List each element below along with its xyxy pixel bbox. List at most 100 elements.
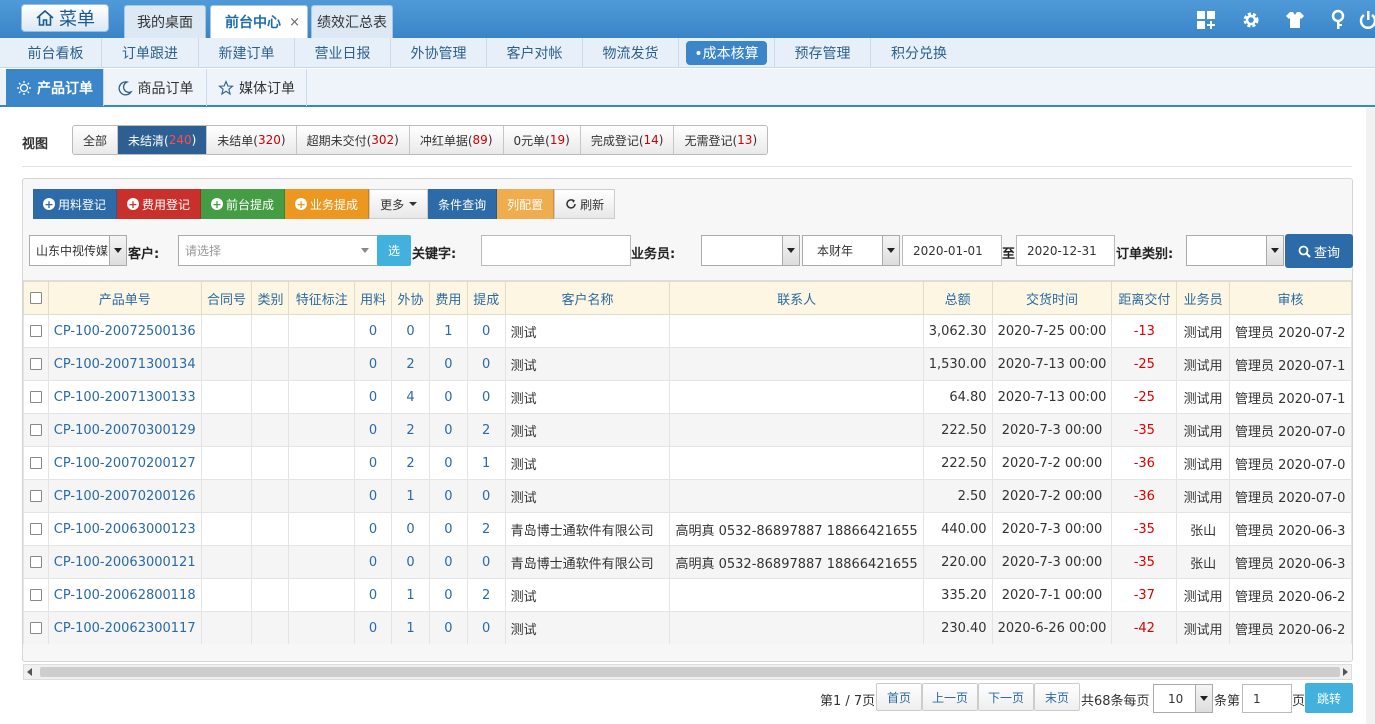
page-number-input[interactable]: 1 bbox=[1242, 684, 1292, 713]
tab-my-desktop[interactable]: 我的桌面 bbox=[124, 5, 206, 38]
filter-reversed[interactable]: 冲红单据(89) bbox=[409, 126, 504, 154]
nav-logistics[interactable]: 物流发货 bbox=[583, 38, 679, 68]
outsource-count[interactable]: 2 bbox=[391, 446, 430, 480]
customer-select[interactable]: 请选择 bbox=[178, 235, 378, 266]
next-page-button[interactable]: 下一页 bbox=[978, 683, 1034, 711]
cost-count[interactable]: 0 bbox=[428, 578, 468, 612]
row-checkbox[interactable] bbox=[23, 611, 49, 644]
column-header[interactable]: 特征标注 bbox=[288, 281, 356, 315]
column-header[interactable]: 合同号 bbox=[200, 281, 253, 315]
column-header[interactable]: 距离交付 bbox=[1111, 281, 1178, 315]
scrollbar-thumb[interactable] bbox=[40, 667, 1340, 677]
column-header[interactable]: 业务员 bbox=[1176, 281, 1230, 315]
order-number-link[interactable]: CP-100-20070300129 bbox=[47, 413, 202, 447]
commission-count[interactable]: 2 bbox=[466, 578, 506, 612]
column-header[interactable]: 交货时间 bbox=[991, 281, 1113, 315]
table-row[interactable]: CP-100-20063000121 0 0 0 0 青岛博士通软件有限公司 高明真 053… bbox=[23, 545, 1352, 579]
cost-count[interactable]: 0 bbox=[428, 380, 468, 414]
order-number-link[interactable]: CP-100-20063000123 bbox=[47, 512, 202, 546]
column-header[interactable]: 类别 bbox=[251, 281, 290, 315]
column-config-button[interactable]: 列配置 bbox=[497, 189, 555, 219]
column-header[interactable]: 费用 bbox=[428, 281, 468, 315]
salesman-select[interactable] bbox=[701, 235, 800, 266]
material-count[interactable]: 0 bbox=[354, 314, 393, 348]
outsource-count[interactable]: 1 bbox=[391, 479, 430, 513]
column-header[interactable]: 总额 bbox=[922, 281, 993, 315]
tab-media-orders[interactable]: 媒体订单 bbox=[207, 69, 307, 106]
nav-order-followup[interactable]: 订单跟进 bbox=[102, 38, 199, 68]
cost-count[interactable]: 0 bbox=[428, 446, 468, 480]
row-checkbox[interactable] bbox=[23, 512, 49, 546]
commission-count[interactable]: 0 bbox=[466, 380, 506, 414]
outsource-count[interactable]: 0 bbox=[391, 545, 430, 579]
cost-count[interactable]: 0 bbox=[428, 413, 468, 447]
query-button[interactable]: 查询 bbox=[1285, 234, 1353, 268]
filter-no-register[interactable]: 无需登记(13) bbox=[674, 126, 768, 154]
row-checkbox[interactable] bbox=[23, 347, 49, 381]
nav-prepaid[interactable]: 预存管理 bbox=[775, 38, 871, 68]
filter-registered[interactable]: 完成登记(14) bbox=[580, 126, 675, 154]
order-number-link[interactable]: CP-100-20070200127 bbox=[47, 446, 202, 480]
gear-icon[interactable] bbox=[1240, 9, 1262, 31]
nav-daily-report[interactable]: 营业日报 bbox=[295, 38, 391, 68]
tab-front-center[interactable]: 前台中心 × bbox=[210, 5, 308, 38]
key-icon[interactable] bbox=[1327, 9, 1349, 31]
outsource-count[interactable]: 2 bbox=[391, 413, 430, 447]
outsource-count[interactable]: 2 bbox=[391, 347, 430, 381]
keyword-input[interactable] bbox=[481, 235, 631, 266]
order-number-link[interactable]: CP-100-20062800118 bbox=[47, 578, 202, 612]
material-count[interactable]: 0 bbox=[354, 479, 393, 513]
row-checkbox[interactable] bbox=[23, 578, 49, 612]
arrow-left-icon[interactable] bbox=[27, 668, 32, 676]
per-page-select[interactable]: 10 bbox=[1153, 684, 1213, 713]
table-row[interactable]: CP-100-20062800118 0 1 0 2 测试 335.20 2020-7-1 0… bbox=[23, 578, 1352, 612]
prev-page-button[interactable]: 上一页 bbox=[922, 683, 978, 711]
column-header[interactable]: 产品单号 bbox=[47, 281, 202, 315]
filter-unclosed[interactable]: 未结单(320) bbox=[207, 126, 297, 154]
nav-outsource[interactable]: 外协管理 bbox=[391, 38, 487, 68]
select-all-checkbox[interactable] bbox=[23, 281, 49, 315]
tab-product-orders[interactable]: 产品订单 bbox=[6, 69, 104, 106]
filter-all[interactable]: 全部 bbox=[73, 126, 119, 154]
order-number-link[interactable]: CP-100-20063000121 bbox=[47, 545, 202, 579]
column-header[interactable]: 客户名称 bbox=[504, 281, 671, 315]
material-count[interactable]: 0 bbox=[354, 446, 393, 480]
nav-points[interactable]: 积分兑换 bbox=[871, 38, 967, 68]
column-header[interactable]: 提成 bbox=[466, 281, 506, 315]
grid-plus-icon[interactable] bbox=[1195, 9, 1217, 31]
jump-button[interactable]: 跳转 bbox=[1305, 683, 1353, 713]
row-checkbox[interactable] bbox=[23, 413, 49, 447]
cost-count[interactable]: 0 bbox=[428, 512, 468, 546]
column-header[interactable]: 用料 bbox=[354, 281, 393, 315]
order-number-link[interactable]: CP-100-20071300133 bbox=[47, 380, 202, 414]
table-row[interactable]: CP-100-20071300134 0 2 0 0 测试 1,530.00 2020-7-1… bbox=[23, 347, 1352, 381]
nav-customer-reconcile[interactable]: 客户对帐 bbox=[487, 38, 583, 68]
row-checkbox[interactable] bbox=[23, 479, 49, 513]
outsource-count[interactable]: 0 bbox=[391, 314, 430, 348]
commission-count[interactable]: 0 bbox=[466, 347, 506, 381]
cost-count[interactable]: 0 bbox=[428, 479, 468, 513]
refresh-button[interactable]: 刷新 bbox=[554, 189, 616, 219]
biz-commission-button[interactable]: + 业务提成 bbox=[285, 189, 370, 219]
tab-goods-orders[interactable]: 商品订单 bbox=[104, 69, 207, 106]
commission-count[interactable]: 0 bbox=[466, 314, 506, 348]
date-from-input[interactable]: 2020-01-01 bbox=[902, 235, 1002, 266]
order-number-link[interactable]: CP-100-20070200126 bbox=[47, 479, 202, 513]
company-select[interactable]: 山东中视传媒 bbox=[29, 235, 127, 266]
row-checkbox[interactable] bbox=[23, 446, 49, 480]
order-number-link[interactable]: CP-100-20071300134 bbox=[47, 347, 202, 381]
cost-count[interactable]: 0 bbox=[428, 611, 468, 644]
material-count[interactable]: 0 bbox=[354, 512, 393, 546]
material-register-button[interactable]: + 用料登记 bbox=[33, 189, 118, 219]
front-commission-button[interactable]: + 前台提成 bbox=[201, 189, 286, 219]
outsource-count[interactable]: 4 bbox=[391, 380, 430, 414]
column-header[interactable]: 外协 bbox=[391, 281, 430, 315]
row-checkbox[interactable] bbox=[23, 380, 49, 414]
nav-new-order[interactable]: 新建订单 bbox=[199, 38, 295, 68]
cost-count[interactable]: 0 bbox=[428, 545, 468, 579]
material-count[interactable]: 0 bbox=[354, 347, 393, 381]
material-count[interactable]: 0 bbox=[354, 578, 393, 612]
tab-performance-summary[interactable]: 绩效汇总表 bbox=[311, 5, 393, 38]
table-row[interactable]: CP-100-20070200126 0 1 0 0 测试 2.50 2020-7-2 00:… bbox=[23, 479, 1352, 513]
table-row[interactable]: CP-100-20072500136 0 0 1 0 测试 3,062.30 2020-7-2… bbox=[23, 314, 1352, 348]
